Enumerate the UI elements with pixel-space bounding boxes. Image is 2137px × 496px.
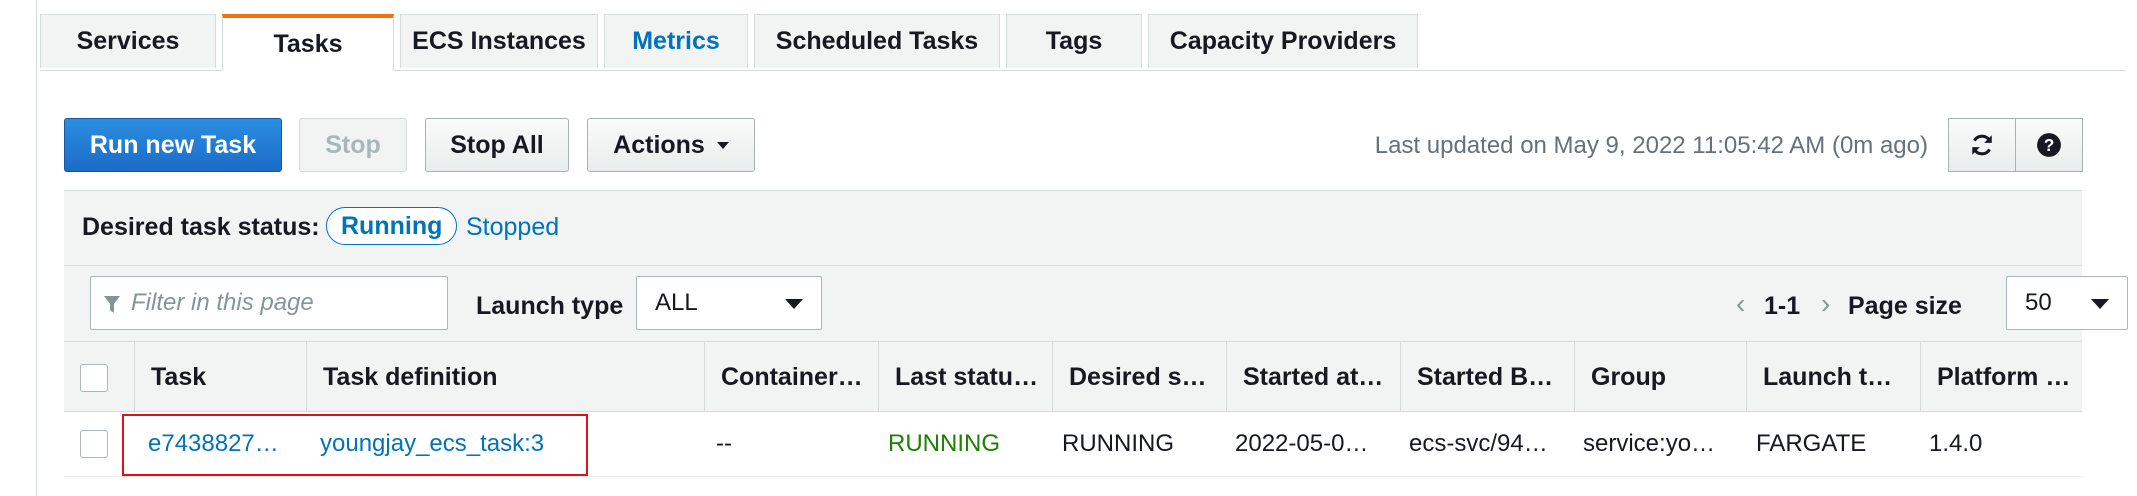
stop-button[interactable]: Stop xyxy=(299,118,407,172)
group-cell: service:yo… xyxy=(1583,430,1716,457)
refresh-button[interactable] xyxy=(1948,118,2016,172)
tab-ecs-instances[interactable]: ECS Instances xyxy=(400,14,598,68)
column-header-started-at[interactable]: Started at… xyxy=(1226,342,1400,412)
desired-status-label: Desired task status: xyxy=(82,213,320,241)
tab-services[interactable]: Services xyxy=(40,14,216,68)
run-new-task-button[interactable]: Run new Task xyxy=(64,118,282,172)
filter-icon xyxy=(104,296,120,313)
launch-type-select[interactable]: ALL xyxy=(636,276,822,330)
tab-tasks[interactable]: Tasks xyxy=(222,14,394,71)
next-page-icon[interactable]: › xyxy=(1821,288,1830,320)
launch-type-label: Launch type xyxy=(476,292,624,320)
row-checkbox[interactable] xyxy=(80,430,108,458)
page-range: 1-1 xyxy=(1764,292,1801,320)
platform-version-cell: 1.4.0 xyxy=(1929,430,1983,457)
refresh-icon xyxy=(1972,134,1992,156)
tasks-panel: Run new Task Stop Stop All Actions Last … xyxy=(64,118,2128,496)
help-icon: ? xyxy=(2037,133,2061,157)
container-instance-cell: -- xyxy=(716,430,732,457)
column-header-launch-type[interactable]: Launch t… xyxy=(1746,342,1920,412)
desired-status-cell: RUNNING xyxy=(1062,430,1174,457)
launch-type-value: ALL xyxy=(655,289,698,316)
svg-text:?: ? xyxy=(2044,135,2055,155)
column-header-started-by[interactable]: Started B… xyxy=(1400,342,1574,412)
panel-left-border xyxy=(36,0,37,496)
tab-capacity-providers[interactable]: Capacity Providers xyxy=(1148,14,1418,68)
page-size-label: Page size xyxy=(1848,292,1962,320)
page-size-value: 50 xyxy=(2025,289,2052,316)
previous-page-icon[interactable]: ‹ xyxy=(1736,288,1745,320)
column-header-desired-status[interactable]: Desired s… xyxy=(1052,342,1226,412)
last-status-cell: RUNNING xyxy=(888,430,1000,457)
started-by-cell: ecs-svc/94… xyxy=(1409,430,1548,457)
tab-tags[interactable]: Tags xyxy=(1006,14,1142,68)
status-running-pill[interactable]: Running xyxy=(326,207,458,245)
last-updated-text: Last updated on May 9, 2022 11:05:42 AM … xyxy=(1374,132,1928,159)
chevron-down-icon xyxy=(716,141,729,149)
desired-status-bar: Desired task status: Running Stopped xyxy=(64,190,2082,266)
tab-scheduled-tasks[interactable]: Scheduled Tasks xyxy=(754,14,1000,68)
column-header-platform-version[interactable]: Platform … xyxy=(1920,342,2082,412)
column-header-container[interactable]: Container… xyxy=(704,342,878,412)
select-all-checkbox[interactable] xyxy=(80,364,108,392)
filter-input[interactable] xyxy=(90,276,448,330)
tab-metrics[interactable]: Metrics xyxy=(604,14,748,68)
status-stopped-link[interactable]: Stopped xyxy=(466,213,559,242)
actions-label: Actions xyxy=(613,130,705,159)
dropdown-arrow-icon xyxy=(785,299,803,309)
page-size-select[interactable]: 50 xyxy=(2006,276,2128,330)
column-header-task-definition[interactable]: Task definition xyxy=(306,342,704,412)
column-header-task[interactable]: Task xyxy=(134,342,306,412)
highlight-box xyxy=(122,414,588,476)
actions-dropdown-button[interactable]: Actions xyxy=(587,118,755,172)
stop-all-button[interactable]: Stop All xyxy=(425,118,569,172)
help-button[interactable]: ? xyxy=(2015,118,2083,172)
launch-type-cell: FARGATE xyxy=(1756,430,1867,457)
table-header: Task Task definition Container… Last sta… xyxy=(64,342,2082,412)
column-header-group[interactable]: Group xyxy=(1574,342,1746,412)
column-header-last-status[interactable]: Last statu… xyxy=(878,342,1052,412)
dropdown-arrow-icon xyxy=(2091,299,2109,309)
filter-bar: Launch type ALL ‹ 1-1 › Page size 50 xyxy=(64,266,2128,342)
started-at-cell: 2022-05-0… xyxy=(1235,430,1369,457)
